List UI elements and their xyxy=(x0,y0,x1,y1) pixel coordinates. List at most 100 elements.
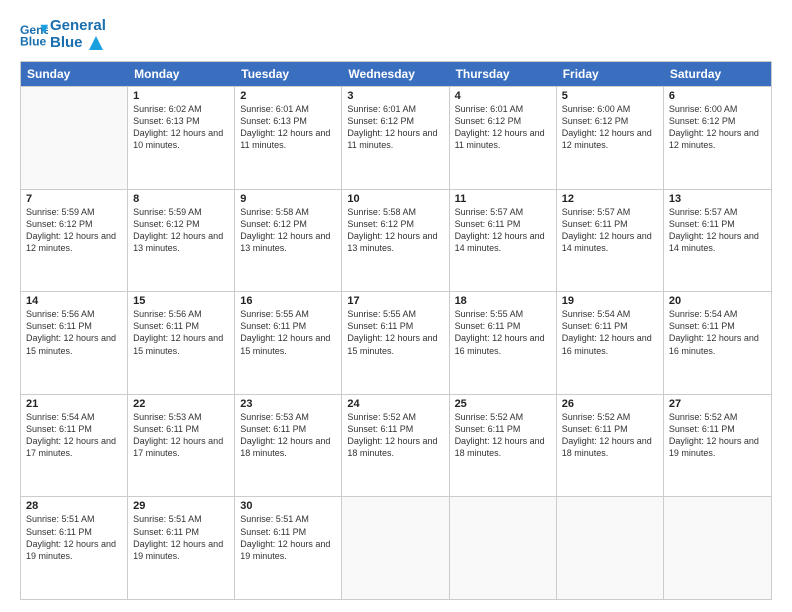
day-info: Sunrise: 5:51 AM Sunset: 6:11 PM Dayligh… xyxy=(240,513,336,562)
day-info: Sunrise: 5:56 AM Sunset: 6:11 PM Dayligh… xyxy=(26,308,122,357)
weekday-header: Tuesday xyxy=(235,62,342,86)
weekday-header: Sunday xyxy=(21,62,128,86)
day-number: 12 xyxy=(562,193,658,205)
calendar-cell: 24 Sunrise: 5:52 AM Sunset: 6:11 PM Dayl… xyxy=(342,395,449,497)
calendar-cell: 23 Sunrise: 5:53 AM Sunset: 6:11 PM Dayl… xyxy=(235,395,342,497)
day-number: 6 xyxy=(669,90,766,102)
calendar-cell: 6 Sunrise: 6:00 AM Sunset: 6:12 PM Dayli… xyxy=(664,87,771,189)
weekday-header: Monday xyxy=(128,62,235,86)
day-info: Sunrise: 5:59 AM Sunset: 6:12 PM Dayligh… xyxy=(133,206,229,255)
calendar-row: 1 Sunrise: 6:02 AM Sunset: 6:13 PM Dayli… xyxy=(21,86,771,189)
day-info: Sunrise: 5:58 AM Sunset: 6:12 PM Dayligh… xyxy=(347,206,443,255)
calendar-cell: 22 Sunrise: 5:53 AM Sunset: 6:11 PM Dayl… xyxy=(128,395,235,497)
day-number: 8 xyxy=(133,193,229,205)
day-info: Sunrise: 5:53 AM Sunset: 6:11 PM Dayligh… xyxy=(240,411,336,460)
weekday-header: Saturday xyxy=(664,62,771,86)
day-number: 13 xyxy=(669,193,766,205)
day-number: 21 xyxy=(26,398,122,410)
day-info: Sunrise: 6:01 AM Sunset: 6:12 PM Dayligh… xyxy=(347,103,443,152)
day-info: Sunrise: 5:55 AM Sunset: 6:11 PM Dayligh… xyxy=(347,308,443,357)
logo-general: General xyxy=(50,18,106,35)
calendar-cell: 9 Sunrise: 5:58 AM Sunset: 6:12 PM Dayli… xyxy=(235,190,342,292)
calendar-header: SundayMondayTuesdayWednesdayThursdayFrid… xyxy=(21,62,771,86)
calendar-cell: 26 Sunrise: 5:52 AM Sunset: 6:11 PM Dayl… xyxy=(557,395,664,497)
day-number: 1 xyxy=(133,90,229,102)
calendar-cell: 20 Sunrise: 5:54 AM Sunset: 6:11 PM Dayl… xyxy=(664,292,771,394)
calendar-cell: 13 Sunrise: 5:57 AM Sunset: 6:11 PM Dayl… xyxy=(664,190,771,292)
day-number: 24 xyxy=(347,398,443,410)
weekday-header: Friday xyxy=(557,62,664,86)
day-info: Sunrise: 5:51 AM Sunset: 6:11 PM Dayligh… xyxy=(26,513,122,562)
logo: General Blue General Blue xyxy=(20,18,106,51)
day-info: Sunrise: 5:54 AM Sunset: 6:11 PM Dayligh… xyxy=(562,308,658,357)
day-number: 26 xyxy=(562,398,658,410)
day-info: Sunrise: 5:52 AM Sunset: 6:11 PM Dayligh… xyxy=(562,411,658,460)
calendar-cell: 30 Sunrise: 5:51 AM Sunset: 6:11 PM Dayl… xyxy=(235,497,342,599)
calendar-cell: 4 Sunrise: 6:01 AM Sunset: 6:12 PM Dayli… xyxy=(450,87,557,189)
day-info: Sunrise: 6:02 AM Sunset: 6:13 PM Dayligh… xyxy=(133,103,229,152)
day-info: Sunrise: 5:57 AM Sunset: 6:11 PM Dayligh… xyxy=(669,206,766,255)
day-number: 20 xyxy=(669,295,766,307)
calendar-row: 28 Sunrise: 5:51 AM Sunset: 6:11 PM Dayl… xyxy=(21,496,771,599)
day-number: 22 xyxy=(133,398,229,410)
day-number: 16 xyxy=(240,295,336,307)
logo-triangle-icon xyxy=(89,36,103,50)
day-number: 27 xyxy=(669,398,766,410)
logo-blue: Blue xyxy=(50,35,106,52)
day-info: Sunrise: 6:01 AM Sunset: 6:13 PM Dayligh… xyxy=(240,103,336,152)
day-number: 7 xyxy=(26,193,122,205)
header: General Blue General Blue xyxy=(20,18,772,51)
day-number: 14 xyxy=(26,295,122,307)
calendar: SundayMondayTuesdayWednesdayThursdayFrid… xyxy=(20,61,772,600)
day-number: 4 xyxy=(455,90,551,102)
day-info: Sunrise: 6:00 AM Sunset: 6:12 PM Dayligh… xyxy=(669,103,766,152)
calendar-cell: 5 Sunrise: 6:00 AM Sunset: 6:12 PM Dayli… xyxy=(557,87,664,189)
day-info: Sunrise: 5:52 AM Sunset: 6:11 PM Dayligh… xyxy=(347,411,443,460)
calendar-cell: 28 Sunrise: 5:51 AM Sunset: 6:11 PM Dayl… xyxy=(21,497,128,599)
day-info: Sunrise: 6:01 AM Sunset: 6:12 PM Dayligh… xyxy=(455,103,551,152)
calendar-row: 7 Sunrise: 5:59 AM Sunset: 6:12 PM Dayli… xyxy=(21,189,771,292)
calendar-cell: 3 Sunrise: 6:01 AM Sunset: 6:12 PM Dayli… xyxy=(342,87,449,189)
svg-text:Blue: Blue xyxy=(20,34,47,48)
day-number: 10 xyxy=(347,193,443,205)
calendar-cell xyxy=(21,87,128,189)
day-number: 29 xyxy=(133,500,229,512)
day-number: 2 xyxy=(240,90,336,102)
calendar-cell xyxy=(450,497,557,599)
day-number: 30 xyxy=(240,500,336,512)
day-number: 18 xyxy=(455,295,551,307)
day-info: Sunrise: 5:56 AM Sunset: 6:11 PM Dayligh… xyxy=(133,308,229,357)
day-info: Sunrise: 6:00 AM Sunset: 6:12 PM Dayligh… xyxy=(562,103,658,152)
day-info: Sunrise: 5:55 AM Sunset: 6:11 PM Dayligh… xyxy=(455,308,551,357)
day-number: 28 xyxy=(26,500,122,512)
day-info: Sunrise: 5:54 AM Sunset: 6:11 PM Dayligh… xyxy=(669,308,766,357)
calendar-cell xyxy=(557,497,664,599)
day-number: 19 xyxy=(562,295,658,307)
day-info: Sunrise: 5:51 AM Sunset: 6:11 PM Dayligh… xyxy=(133,513,229,562)
calendar-cell: 21 Sunrise: 5:54 AM Sunset: 6:11 PM Dayl… xyxy=(21,395,128,497)
calendar-cell: 16 Sunrise: 5:55 AM Sunset: 6:11 PM Dayl… xyxy=(235,292,342,394)
calendar-cell: 18 Sunrise: 5:55 AM Sunset: 6:11 PM Dayl… xyxy=(450,292,557,394)
day-number: 11 xyxy=(455,193,551,205)
calendar-cell: 27 Sunrise: 5:52 AM Sunset: 6:11 PM Dayl… xyxy=(664,395,771,497)
day-info: Sunrise: 5:53 AM Sunset: 6:11 PM Dayligh… xyxy=(133,411,229,460)
calendar-cell: 15 Sunrise: 5:56 AM Sunset: 6:11 PM Dayl… xyxy=(128,292,235,394)
calendar-cell xyxy=(664,497,771,599)
day-info: Sunrise: 5:59 AM Sunset: 6:12 PM Dayligh… xyxy=(26,206,122,255)
day-info: Sunrise: 5:55 AM Sunset: 6:11 PM Dayligh… xyxy=(240,308,336,357)
calendar-cell: 8 Sunrise: 5:59 AM Sunset: 6:12 PM Dayli… xyxy=(128,190,235,292)
day-number: 17 xyxy=(347,295,443,307)
day-number: 9 xyxy=(240,193,336,205)
page: General Blue General Blue SundayMondayTu… xyxy=(0,0,792,612)
calendar-cell: 25 Sunrise: 5:52 AM Sunset: 6:11 PM Dayl… xyxy=(450,395,557,497)
calendar-cell: 12 Sunrise: 5:57 AM Sunset: 6:11 PM Dayl… xyxy=(557,190,664,292)
calendar-cell: 17 Sunrise: 5:55 AM Sunset: 6:11 PM Dayl… xyxy=(342,292,449,394)
day-number: 23 xyxy=(240,398,336,410)
calendar-cell: 10 Sunrise: 5:58 AM Sunset: 6:12 PM Dayl… xyxy=(342,190,449,292)
calendar-cell: 14 Sunrise: 5:56 AM Sunset: 6:11 PM Dayl… xyxy=(21,292,128,394)
day-number: 15 xyxy=(133,295,229,307)
calendar-cell: 29 Sunrise: 5:51 AM Sunset: 6:11 PM Dayl… xyxy=(128,497,235,599)
calendar-cell: 7 Sunrise: 5:59 AM Sunset: 6:12 PM Dayli… xyxy=(21,190,128,292)
calendar-body: 1 Sunrise: 6:02 AM Sunset: 6:13 PM Dayli… xyxy=(21,86,771,599)
weekday-header: Thursday xyxy=(450,62,557,86)
